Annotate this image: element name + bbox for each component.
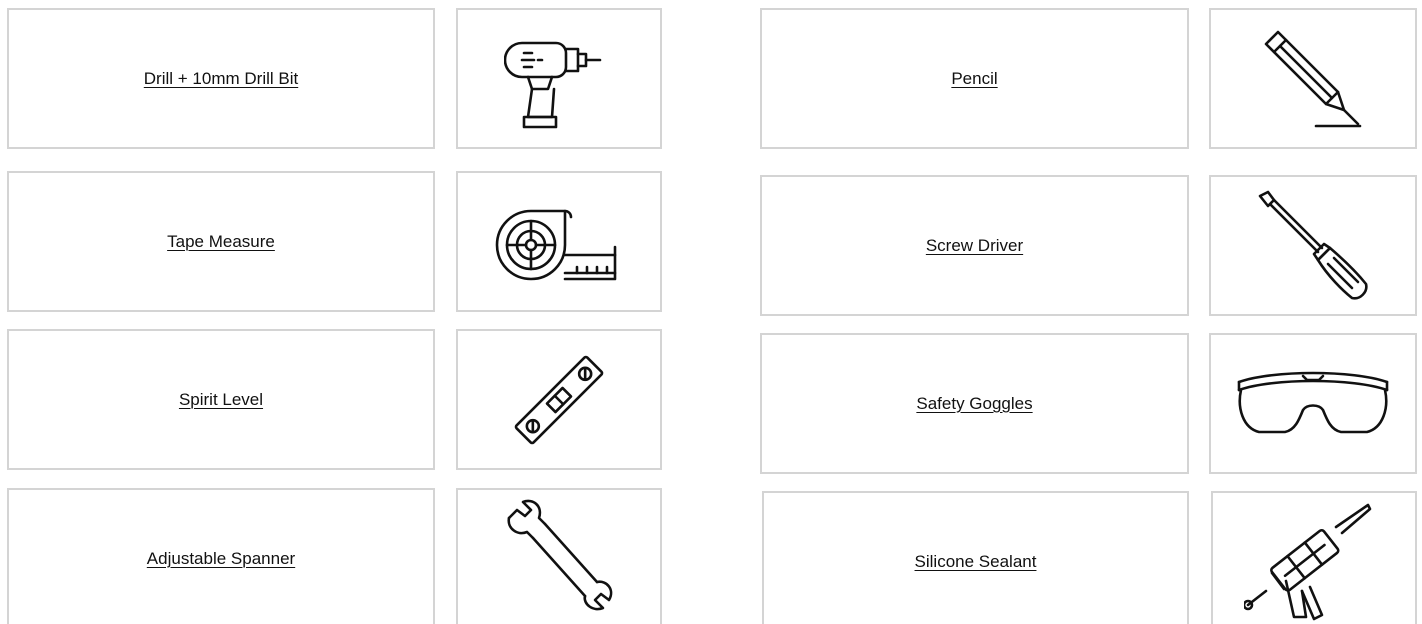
tool-link-spanner[interactable]: Adjustable Spanner [147,549,295,569]
tool-label-cell: Tape Measure [7,171,435,312]
tool-label-cell: Safety Goggles [760,333,1189,474]
tool-label-cell: Adjustable Spanner [7,488,435,624]
drill-icon [504,41,602,128]
pencil-icon [1264,30,1362,127]
silicone-gun-icon [1244,503,1372,620]
tool-icon-cell [1209,175,1417,316]
tool-link-screwdriver[interactable]: Screw Driver [926,236,1023,256]
tape-measure-icon [495,209,617,280]
tool-link-silicone[interactable]: Silicone Sealant [915,552,1037,572]
tool-label-cell: Pencil [760,8,1189,149]
safety-goggles-icon [1237,371,1389,433]
tool-icon-cell [456,329,662,470]
tool-label-cell: Spirit Level [7,329,435,470]
tool-icon-cell [456,8,662,149]
tool-icon-cell [1209,333,1417,474]
tool-icon-cell [456,171,662,312]
tool-label-cell: Drill + 10mm Drill Bit [7,8,435,149]
tool-label-cell: Silicone Sealant [762,491,1189,624]
spanner-icon [507,499,613,610]
tool-label-cell: Screw Driver [760,175,1189,316]
tool-link-goggles[interactable]: Safety Goggles [916,394,1032,414]
tool-icon-cell [456,488,662,624]
tool-link-spirit-level[interactable]: Spirit Level [179,390,263,410]
tool-link-pencil[interactable]: Pencil [951,69,997,89]
tool-link-drill[interactable]: Drill + 10mm Drill Bit [144,69,298,89]
screwdriver-icon [1258,190,1368,300]
spirit-level-icon [514,355,604,444]
tool-icon-cell [1211,491,1417,624]
tool-icon-cell [1209,8,1417,149]
tools-list: Drill + 10mm Drill Bit Tape Measure Spir… [0,0,1422,624]
tool-link-tape-measure[interactable]: Tape Measure [167,232,275,252]
